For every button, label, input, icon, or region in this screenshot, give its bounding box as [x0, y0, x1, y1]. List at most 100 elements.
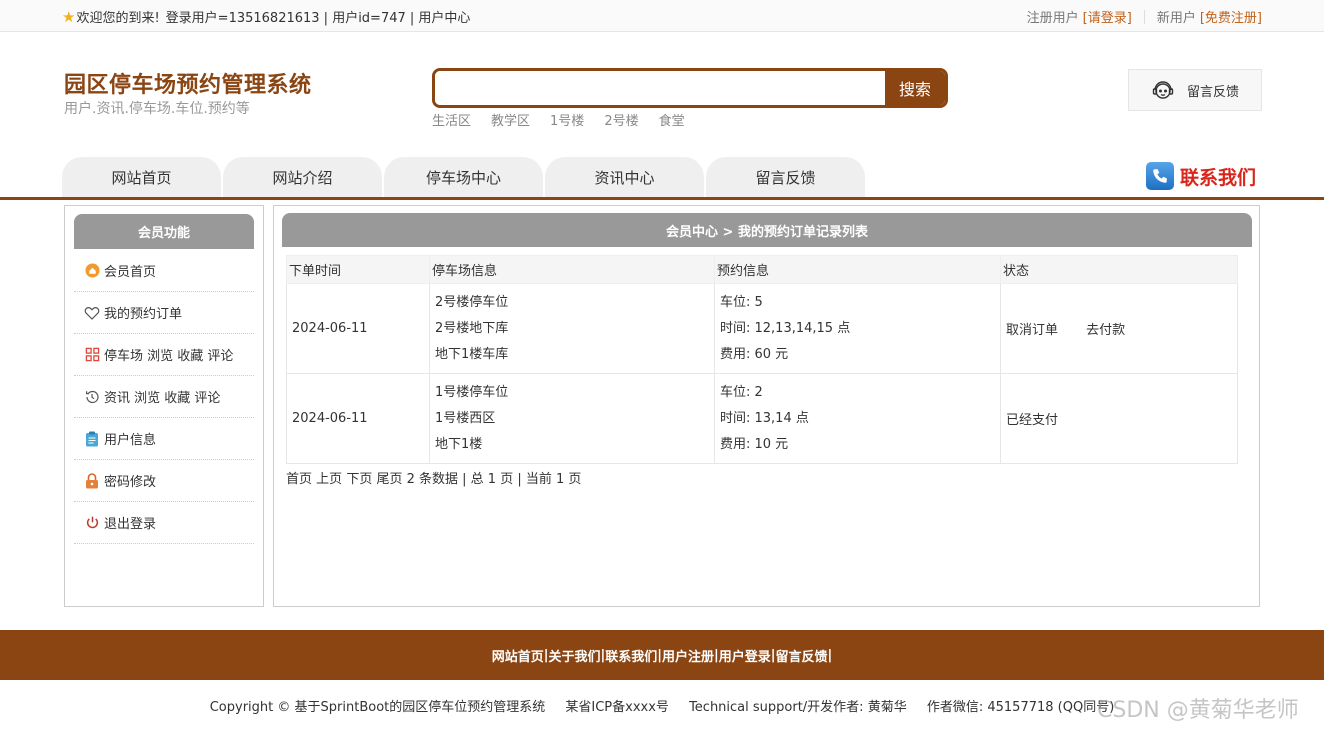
- booking-line: 车位: 5: [720, 294, 763, 310]
- sidebar-item-label: 退出登录: [104, 517, 157, 532]
- search-input[interactable]: [435, 71, 885, 105]
- sidebar-item-my-orders[interactable]: 我的预约订单: [74, 292, 254, 334]
- table-header-row: 下单时间 停车场信息 预约信息 状态: [286, 255, 1238, 284]
- booking-line: 时间: 12,13,14,15 点: [720, 320, 851, 336]
- grid-icon: [84, 347, 100, 363]
- contact-label: 联系我们: [1180, 166, 1257, 189]
- nav-news-center[interactable]: 资讯中心: [545, 157, 704, 197]
- pay-button[interactable]: 去付款: [1086, 323, 1125, 338]
- wechat-text: 作者微信: 45157718 (QQ同号): [926, 700, 1115, 715]
- hot-keyword[interactable]: 生活区: [432, 110, 471, 129]
- order-time: 2024-06-11: [286, 373, 430, 464]
- lot-line: 地下1楼车库: [435, 346, 509, 362]
- footer-link-login[interactable]: 用户登录: [719, 646, 771, 665]
- search-button[interactable]: 搜索: [885, 71, 945, 105]
- lot-line: 2号楼地下库: [435, 320, 509, 336]
- top-bar: ★ 欢迎您的到来! 登录用户=13516821613 | 用户id=747 | …: [0, 0, 1324, 32]
- login-link[interactable]: [请登录]: [1083, 7, 1132, 26]
- booking-line: 费用: 10 元: [720, 436, 789, 452]
- sidebar-item-password[interactable]: 密码修改: [74, 460, 254, 502]
- sidebar-item-news-browse[interactable]: 资讯 浏览 收藏 评论: [74, 376, 254, 418]
- heart-icon: [84, 305, 100, 321]
- sidebar-item-member-home[interactable]: 会员首页: [74, 250, 254, 292]
- booking-info: 车位: 5 时间: 12,13,14,15 点 费用: 60 元: [714, 283, 1001, 374]
- next-page-link[interactable]: 下页: [346, 472, 372, 487]
- lot-line[interactable]: 2号楼停车位: [435, 290, 714, 316]
- account-links: 注册用户 [请登录] 新用户 [免费注册]: [1027, 7, 1262, 26]
- sidebar-menu: 会员首页 我的预约订单 停车场 浏览 收藏 评论 资讯 浏览 收藏 评论 用户信…: [74, 250, 254, 544]
- free-register-link[interactable]: [免费注册]: [1200, 7, 1262, 26]
- lot-info: 2号楼停车位 2号楼地下库 地下1楼车库: [429, 283, 715, 374]
- lot-info: 1号楼停车位 1号楼西区 地下1楼: [429, 373, 715, 464]
- sidebar-item-user-info[interactable]: 用户信息: [74, 418, 254, 460]
- customer-service-icon: [1152, 81, 1174, 99]
- nav-parking-center[interactable]: 停车场中心: [384, 157, 543, 197]
- hot-keyword[interactable]: 2号楼: [604, 110, 638, 129]
- hot-keyword[interactable]: 教学区: [491, 110, 530, 129]
- column-header: 下单时间: [286, 255, 430, 284]
- column-header: 状态: [1000, 255, 1238, 284]
- sidebar-item-label: 密码修改: [104, 475, 157, 490]
- footer-link-home[interactable]: 网站首页: [492, 646, 544, 665]
- booking-info: 车位: 2 时间: 13,14 点 费用: 10 元: [714, 373, 1001, 464]
- hot-keyword[interactable]: 食堂: [659, 110, 685, 129]
- user-info[interactable]: 登录用户=13516821613 | 用户id=747 | 用户中心: [166, 7, 471, 26]
- footer-link-about[interactable]: 关于我们: [548, 646, 600, 665]
- nav-about[interactable]: 网站介绍: [223, 157, 382, 197]
- site-subtitle: 用户.资讯.停车场.车位.预约等: [64, 101, 250, 117]
- sidebar-item-logout[interactable]: 退出登录: [74, 502, 254, 544]
- paid-status: 已经支付: [1006, 413, 1059, 428]
- hot-keywords: 生活区 教学区 1号楼 2号楼 食堂: [432, 110, 685, 129]
- nav-feedback[interactable]: 留言反馈: [706, 157, 865, 197]
- new-user-label: 新用户: [1156, 11, 1196, 26]
- footer-link-feedback[interactable]: 留言反馈: [776, 646, 828, 665]
- lot-line[interactable]: 1号楼停车位: [435, 380, 714, 406]
- feedback-label: 留言反馈: [1187, 84, 1240, 100]
- first-page-link[interactable]: 首页: [286, 472, 312, 487]
- sidebar-item-label: 资讯 浏览 收藏 评论: [104, 391, 221, 406]
- icp-text: 某省ICP备xxxx号: [565, 700, 669, 715]
- lock-icon: [84, 472, 100, 489]
- order-time: 2024-06-11: [286, 283, 430, 374]
- divider: [1143, 9, 1145, 24]
- support-text: Technical support/开发作者: 黄菊华: [689, 700, 907, 715]
- footer-links: 网站首页 | 关于我们 | 联系我们 | 用户注册 | 用户登录 | 留言反馈 |: [0, 630, 1324, 680]
- site-title[interactable]: 园区停车场预约管理系统: [64, 67, 312, 99]
- cancel-order-button[interactable]: 取消订单: [1006, 323, 1058, 338]
- footer-link-register[interactable]: 用户注册: [662, 646, 714, 665]
- column-header: 停车场信息: [429, 255, 715, 284]
- pagination-summary: 2 条数据 | 总 1 页 | 当前 1 页: [406, 472, 582, 487]
- main-nav: 网站首页 网站介绍 停车场中心 资讯中心 留言反馈: [62, 157, 865, 197]
- nav-home[interactable]: 网站首页: [62, 157, 221, 197]
- welcome-area: ★ 欢迎您的到来! 登录用户=13516821613 | 用户id=747 | …: [62, 7, 471, 27]
- clipboard-icon: [84, 431, 100, 447]
- search-box: 搜索: [432, 68, 948, 108]
- feedback-button[interactable]: 留言反馈: [1128, 69, 1262, 111]
- prev-page-link[interactable]: 上页: [316, 472, 342, 487]
- table-row: 2024-06-11 1号楼停车位 1号楼西区 地下1楼 车位: 2 时间: 1…: [286, 373, 1238, 464]
- sidebar-item-label: 用户信息: [104, 433, 157, 448]
- history-icon: [84, 389, 100, 405]
- contact-us[interactable]: 联系我们: [1146, 162, 1256, 190]
- order-status: 取消订单 去付款: [1000, 283, 1238, 374]
- orders-table: 下单时间 停车场信息 预约信息 状态 2024-06-11 2号楼停车位 2号楼…: [286, 255, 1238, 464]
- sidebar-item-label: 我的预约订单: [104, 307, 183, 322]
- booking-line: 车位: 2: [720, 384, 763, 400]
- column-header: 预约信息: [714, 255, 1001, 284]
- order-panel: 会员中心 > 我的预约订单记录列表 下单时间 停车场信息 预约信息 状态 202…: [273, 205, 1260, 607]
- hot-keyword[interactable]: 1号楼: [550, 110, 584, 129]
- booking-line: 时间: 13,14 点: [720, 410, 809, 426]
- sidebar-item-parking-browse[interactable]: 停车场 浏览 收藏 评论: [74, 334, 254, 376]
- copyright-text: Copyright © 基于SprintBoot的园区停车位预约管理系统: [209, 700, 546, 715]
- register-user-label: 注册用户: [1026, 11, 1079, 26]
- table-row: 2024-06-11 2号楼停车位 2号楼地下库 地下1楼车库 车位: 5 时间…: [286, 283, 1238, 374]
- footer-link-contact[interactable]: 联系我们: [605, 646, 657, 665]
- sidebar-item-label: 会员首页: [104, 265, 157, 280]
- welcome-text: 欢迎您的到来!: [76, 11, 160, 26]
- pagination: 首页 上页 下页 尾页 2 条数据 | 总 1 页 | 当前 1 页: [286, 468, 581, 487]
- power-icon: [84, 515, 100, 531]
- lot-line: 1号楼西区: [435, 410, 496, 426]
- last-page-link[interactable]: 尾页: [376, 472, 402, 487]
- phone-icon: [1146, 162, 1174, 190]
- star-icon: ★: [62, 7, 76, 26]
